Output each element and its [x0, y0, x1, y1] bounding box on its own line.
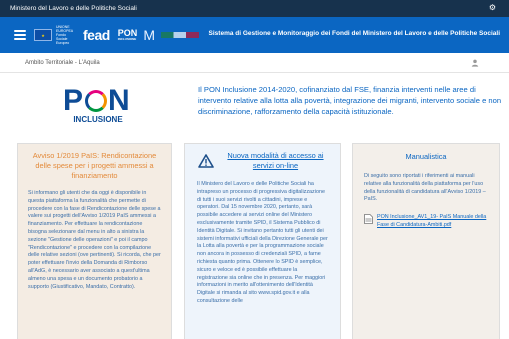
card-body: Si informano gli utenti che da oggi è di…: [28, 190, 161, 290]
manual-link-text[interactable]: PON Inclusione_AV1_19- PaIS Manuale dell…: [377, 214, 488, 230]
warning-icon: [198, 154, 214, 168]
fead-logo: fead: [83, 27, 110, 43]
ministry-logo-strip: [160, 32, 199, 38]
pon-inclusione-logo: PN INCLUSIONE: [63, 84, 133, 124]
system-title: Sistema di Gestione e Monitoraggio dei F…: [208, 30, 500, 37]
user-icon[interactable]: [471, 59, 479, 67]
top-bar: Ministero del Lavoro e delle Politiche S…: [0, 0, 509, 17]
hamburger-menu-icon[interactable]: [14, 30, 26, 40]
pdf-file-icon: [364, 214, 373, 225]
brand-bar: ★ UNIONE EUROPEA Fondo Sociale Europeo f…: [0, 17, 509, 53]
breadcrumb-label: Ambito Territoriale - L'Aquila: [25, 59, 100, 66]
manual-download-link[interactable]: PON Inclusione_AV1_19- PaIS Manuale dell…: [364, 214, 488, 230]
eu-flag-icon: ★: [34, 29, 52, 41]
card-manualistica: Manualistica Di seguito sono riportati i…: [352, 143, 500, 339]
ministry-title: Ministero del Lavoro e delle Politiche S…: [10, 5, 137, 12]
card-body: Il Ministero del Lavoro e delle Politich…: [197, 181, 328, 304]
pon-logo-subtitle: INCLUSIONE: [73, 115, 123, 124]
card-title: Manualistica: [405, 152, 447, 161]
pon-logo-small-sub: INCLUSIONE: [117, 37, 137, 41]
pon-logo-large: PN: [63, 84, 133, 118]
pon-logo-right: N: [108, 84, 131, 117]
eu-logo-text: UNIONE EUROPEA Fondo Sociale Europeo: [56, 25, 73, 45]
card-body: Di seguito sono riportati i riferimenti …: [364, 173, 486, 203]
breadcrumb: Ambito Territoriale - L'Aquila: [0, 53, 509, 73]
gear-icon[interactable]: ⚙: [489, 3, 496, 12]
pon-logo-ring: [85, 90, 108, 112]
hero-description: Il PON Inclusione 2014-2020, cofinanziat…: [198, 85, 502, 116]
ministry-m-logo: M: [143, 27, 155, 43]
card-rendicontazione: Avviso 1/2019 PaIS: Rendicontazione dell…: [17, 143, 172, 339]
pon-logo-left: P: [63, 84, 85, 117]
card-access: Nuova modalità di accesso ai servizi on-…: [184, 143, 341, 339]
pon-logo-small: PON INCLUSIONE: [117, 29, 138, 42]
card-title[interactable]: Avviso 1/2019 PaIS: Rendicontazione dell…: [18, 144, 171, 181]
